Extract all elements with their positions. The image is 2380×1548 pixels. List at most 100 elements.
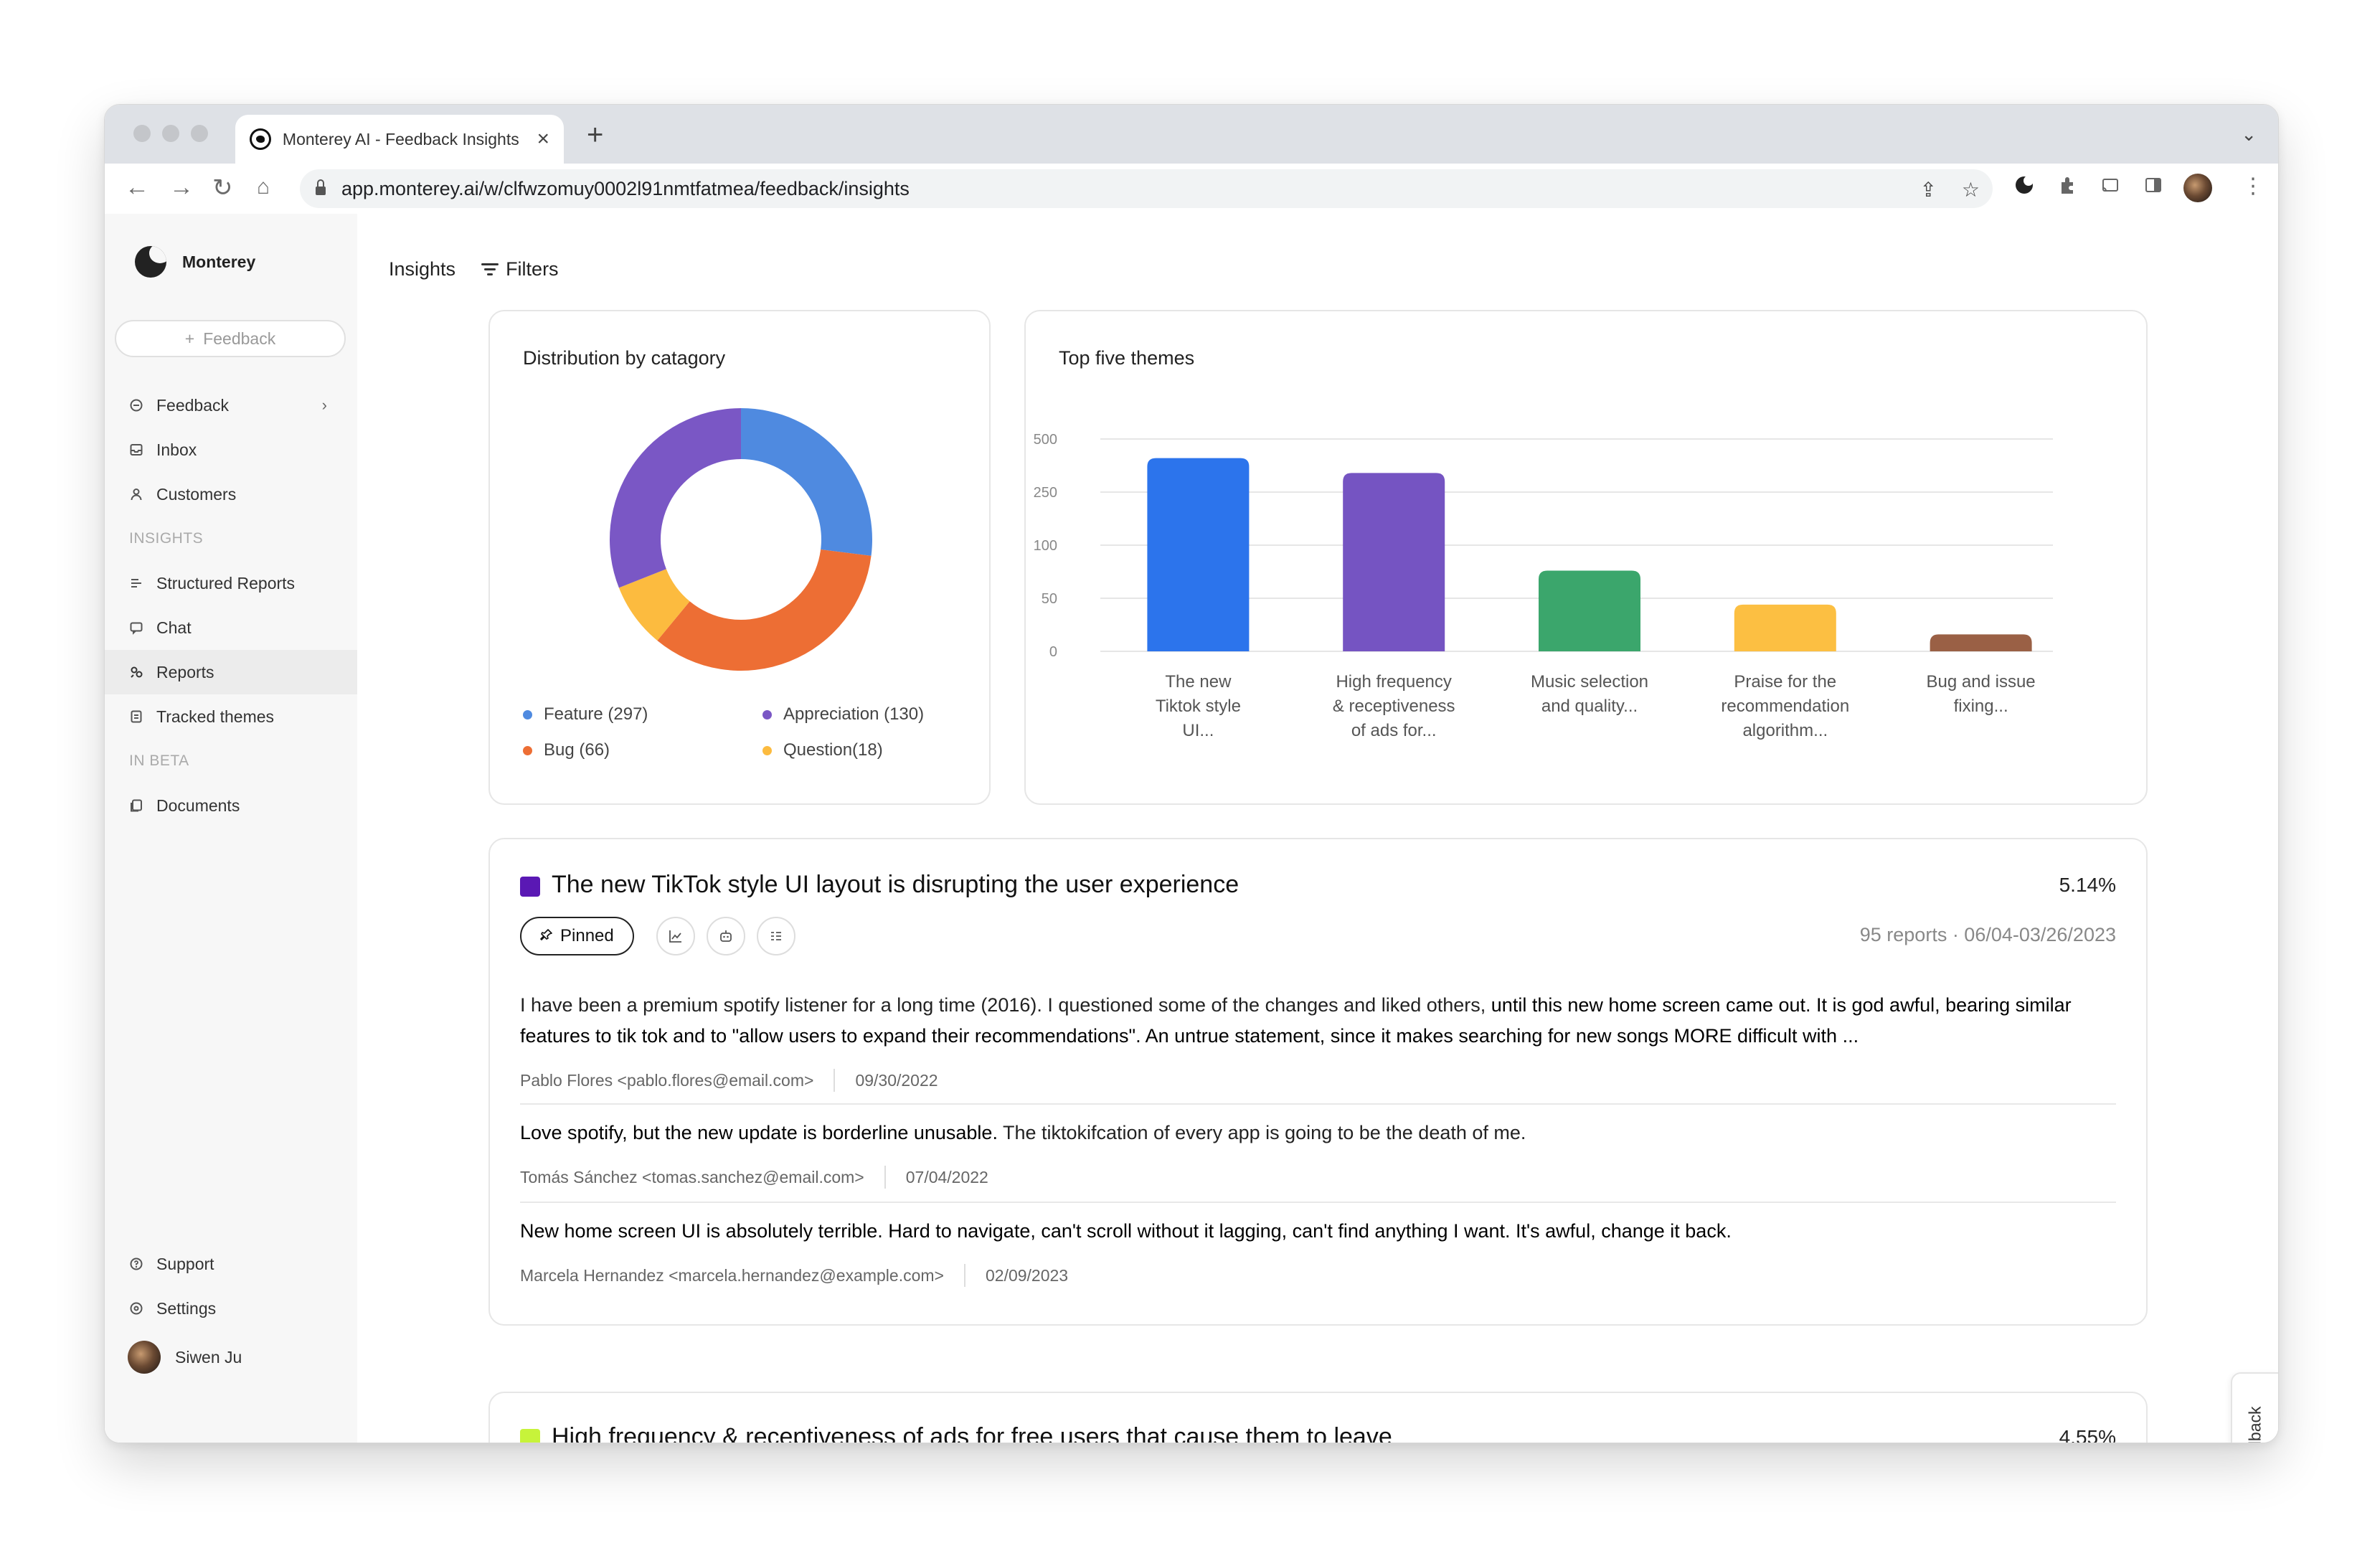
distribution-title: Distribution by catagory [523,347,726,369]
chevron-right-icon: › [321,396,327,414]
feedback-quote[interactable]: I have been a premium spotify listener f… [520,990,2116,1052]
bar-category-label-line: algorithm... [1742,721,1828,740]
themes-chart-card: Top five themes 500 250 100 50 0 The new Tikt… [1024,310,2148,805]
close-tab-icon[interactable]: × [537,127,549,151]
feedback-quote[interactable]: Love spotify, but the new update is bord… [520,1118,2116,1148]
insights-tab[interactable]: Insights [389,258,455,280]
bookmark-star-icon[interactable]: ☆ [1962,178,1980,202]
y-tick-label: 250 [1034,485,1057,501]
profile-avatar[interactable] [2183,174,2212,202]
home-icon[interactable]: ⌂ [257,175,270,199]
bar-category-label-line: fixing... [1953,697,2008,716]
donut-slice-bug[interactable] [657,549,872,671]
monterey-extension-icon[interactable] [2014,175,2034,195]
legend-label: Appreciation (130) [783,704,925,724]
y-tick-label: 0 [1049,644,1057,660]
sidebar-item-support[interactable]: Support [105,1242,357,1286]
author: Pablo Flores <pablo.flores@email.com> [520,1070,814,1090]
donut-slice-appreciation[interactable] [610,408,741,588]
browser-menu-icon[interactable]: ⋮ [2242,174,2264,199]
tab-search-chevron-icon[interactable]: ⌄ [2241,123,2257,146]
theme-percent: 4.55% [2059,1426,2116,1443]
sidebar-item-tracked-themes[interactable]: Tracked themes [105,694,357,739]
sidebar-item-label: Reports [156,662,214,681]
theme-color-square [520,1429,540,1443]
bar-category-label-line: Praise for the [1734,672,1837,692]
date: 07/04/2022 [905,1167,988,1186]
reload-icon[interactable]: ↻ [212,174,233,202]
cast-icon[interactable] [2100,175,2120,195]
sidebar-item-label: Documents [156,796,240,815]
author: Tomás Sánchez <tomas.sanchez@email.com> [520,1167,864,1186]
feedback-widget-label: Feedback [2245,1406,2265,1443]
sidebar-item-label: Chat [156,618,192,637]
details-list-icon[interactable] [757,917,795,955]
bar-1[interactable] [1147,458,1250,651]
feedback-widget-tab[interactable]: Feedback [2231,1372,2278,1443]
filters-button[interactable]: Filters [481,258,559,280]
new-feedback-label: Feedback [203,329,276,348]
sidebar-item-settings[interactable]: Settings [105,1286,357,1331]
new-tab-button[interactable]: + [587,119,603,151]
trend-chart-icon[interactable] [656,917,695,955]
settings-icon [129,1301,143,1316]
sidebar-item-inbox[interactable]: Inbox [105,428,357,472]
new-feedback-button[interactable]: + Feedback [115,320,346,357]
quote-author-row: Marcela Hernandez <marcela.hernandez@exa… [520,1264,1068,1287]
distribution-card: Distribution by catagory Feature (297) B… [488,310,991,805]
bar-2[interactable] [1343,473,1445,651]
browser-toolbar: ← → ↻ ⌂ app.monterey.ai/w/clfwzomuy0002l… [105,164,2278,215]
main-content: Insights Filters Distribution by catagor… [357,214,2278,1443]
side-panel-icon[interactable] [2143,175,2163,195]
bar-5[interactable] [1930,634,2032,651]
browser-tab[interactable]: Monterey AI - Feedback Insights × [235,115,564,164]
pin-icon [540,926,553,946]
forward-arrow-icon[interactable]: → [169,174,194,202]
y-tick-label: 500 [1034,432,1057,448]
quote-author-row: Tomás Sánchez <tomas.sanchez@email.com> … [520,1166,988,1189]
donut-slice-feature[interactable] [741,408,872,556]
theme-title[interactable]: High frequency & receptiveness of ads fo… [552,1423,1392,1443]
legend-col-2: Appreciation (130) Question(18) [762,704,924,776]
tracked-icon [129,709,143,724]
share-icon[interactable]: ⇪ [1920,178,1937,202]
pinned-button[interactable]: Pinned [520,917,634,955]
theme-card[interactable]: High frequency & receptiveness of ads fo… [488,1392,2148,1443]
brand[interactable]: Monterey [135,246,255,278]
quote-author-row: Pablo Flores <pablo.flores@email.com> 09… [520,1069,938,1092]
sidebar-item-label: Structured Reports [156,573,296,593]
sidebar-item-label: Inbox [156,440,197,459]
sidebar-item-customers[interactable]: Customers [105,472,357,516]
filters-label: Filters [506,258,559,280]
address-bar[interactable]: app.monterey.ai/w/clfwzomuy0002l91nmtfat… [300,169,1993,208]
bar-3[interactable] [1539,570,1640,651]
close-window-button[interactable] [133,125,151,142]
donut-chart [610,408,872,671]
bar-4[interactable] [1734,604,1836,651]
sidebar-item-reports[interactable]: Reports [105,650,357,694]
theme-card[interactable]: The new TikTok style UI layout is disrup… [488,838,2148,1326]
sidebar-item-chat[interactable]: Chat [105,605,357,650]
minimize-window-button[interactable] [162,125,179,142]
back-arrow-icon[interactable]: ← [125,174,149,202]
user-profile[interactable]: Siwen Ju [105,1331,357,1384]
person-icon [129,487,143,501]
bar-category-label-line: The new [1165,672,1232,692]
legend-item: Appreciation (130) [762,704,924,725]
bar-category-label-line: of ads for... [1351,721,1437,740]
quote-highlight: New home screen UI is absolutely terribl… [520,1220,1732,1242]
maximize-window-button[interactable] [191,125,208,142]
sidebar-item-feedback[interactable]: Feedback › [105,383,357,428]
legend-item: Question(18) [762,740,924,760]
sidebar-item-structured-reports[interactable]: Structured Reports [105,561,357,605]
bar-category-label: High frequency & receptiveness of ads for.… [1311,670,1476,743]
y-tick-label: 100 [1034,538,1057,554]
sidebar-item-documents[interactable]: Documents [105,783,357,828]
extensions-puzzle-icon[interactable] [2057,175,2077,195]
pinned-label: Pinned [560,926,614,945]
tab-title: Monterey AI - Feedback Insights [282,129,519,148]
theme-title[interactable]: The new TikTok style UI layout is disrup… [552,871,1239,899]
ai-bot-icon[interactable] [707,917,745,955]
sidebar-item-label: Settings [156,1298,217,1318]
feedback-quote[interactable]: New home screen UI is absolutely terribl… [520,1216,2116,1247]
